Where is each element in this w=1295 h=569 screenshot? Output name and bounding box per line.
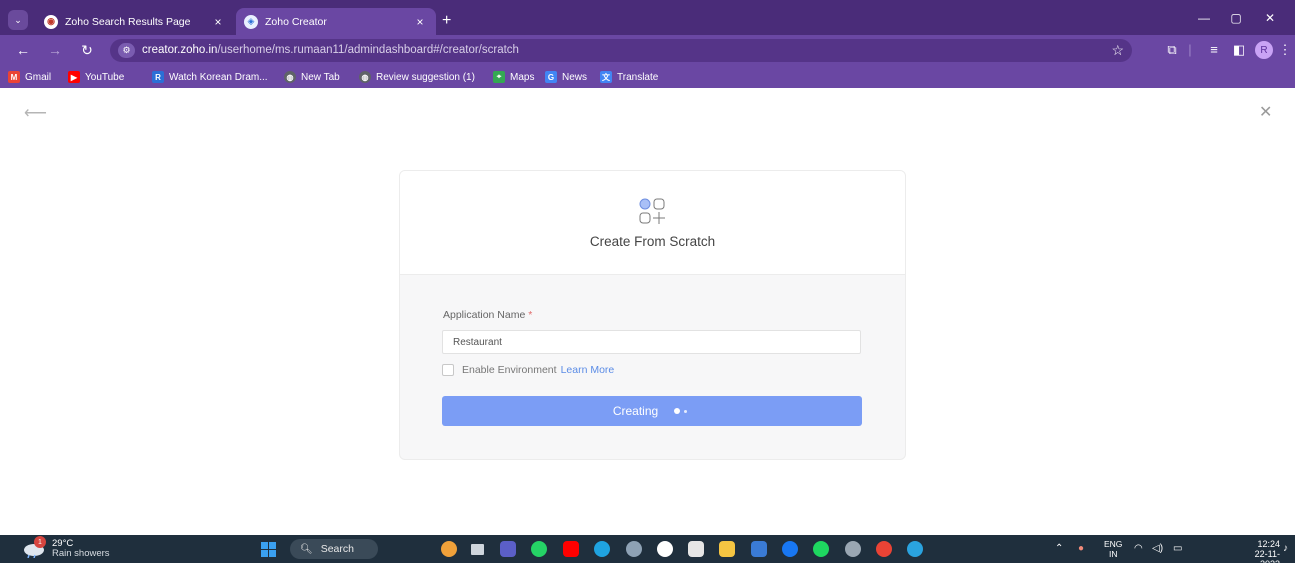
bookmark-watch-korean-drama[interactable]: R Watch Korean Dram... bbox=[152, 69, 268, 85]
taskbar-clock[interactable]: 12:24 22-11-2023 bbox=[1236, 539, 1280, 569]
enable-environment-checkbox[interactable] bbox=[442, 364, 454, 376]
bookmarks-bar: M Gmail ▶ YouTube R Watch Korean Dram...… bbox=[0, 66, 1295, 88]
card-header: Create From Scratch bbox=[400, 171, 905, 275]
toolbar-divider: | bbox=[1188, 42, 1192, 57]
close-tab-icon[interactable]: × bbox=[210, 15, 226, 29]
bookmark-news[interactable]: G News bbox=[545, 69, 587, 85]
notification-bell-icon[interactable]: ♪ bbox=[1283, 542, 1288, 556]
chrome-icon: ◍ bbox=[359, 71, 371, 83]
tray-app-icon[interactable]: ● bbox=[1078, 542, 1084, 556]
teams-icon[interactable] bbox=[500, 541, 516, 557]
enable-environment-label: Enable Environment bbox=[462, 364, 557, 376]
taskbar-widget-icon[interactable] bbox=[441, 541, 457, 557]
address-bar[interactable]: ⚙ creator.zoho.in/userhome/ms.rumaan11/a… bbox=[110, 39, 1132, 62]
extensions-icon[interactable]: ⧉ bbox=[1163, 42, 1181, 58]
side-panel-icon[interactable]: ◧ bbox=[1230, 42, 1248, 58]
profile-avatar[interactable]: R bbox=[1255, 41, 1273, 59]
edge-icon[interactable] bbox=[594, 541, 610, 557]
youtube-app-icon[interactable] bbox=[563, 541, 579, 557]
battery-icon[interactable]: ▭ bbox=[1173, 542, 1182, 556]
application-name-label: Application Name * bbox=[443, 309, 533, 321]
tab-title: Zoho Search Results Page bbox=[65, 15, 191, 28]
tab-zoho-search-results[interactable]: ◉ Zoho Search Results Page × bbox=[36, 8, 234, 35]
chevron-down-icon: ⌄ bbox=[14, 14, 22, 25]
bookmark-youtube[interactable]: ▶ YouTube bbox=[68, 69, 124, 85]
bookmark-new-tab[interactable]: ◍ New Tab bbox=[284, 69, 340, 85]
news-icon: G bbox=[545, 71, 557, 83]
page-close-icon[interactable]: ✕ bbox=[1259, 102, 1272, 122]
bookmark-star-icon[interactable]: ☆ bbox=[1111, 42, 1124, 59]
weather-condition[interactable]: Rain showers bbox=[52, 549, 110, 559]
bookmark-review-suggestion[interactable]: ◍ Review suggestion (1) bbox=[359, 69, 475, 85]
reading-list-icon[interactable]: ≡ bbox=[1205, 42, 1223, 58]
site-info-icon[interactable]: ⚙ bbox=[118, 43, 135, 58]
store-icon[interactable] bbox=[688, 541, 704, 557]
card-title: Create From Scratch bbox=[589, 234, 716, 249]
creating-button-label: Creating bbox=[612, 404, 659, 418]
windows-start-icon[interactable] bbox=[261, 542, 276, 557]
reload-icon[interactable]: ↻ bbox=[78, 42, 96, 58]
translate-icon: 文 bbox=[600, 71, 612, 83]
chrome-app-icon[interactable] bbox=[876, 541, 892, 557]
chatgpt-icon[interactable] bbox=[626, 541, 642, 557]
language-indicator[interactable]: ENG IN bbox=[1104, 539, 1122, 559]
chrome-menu-icon[interactable]: ⋮ bbox=[1276, 42, 1294, 58]
zoho-creator-favicon-icon: ◈ bbox=[244, 14, 258, 29]
github-icon[interactable] bbox=[657, 541, 673, 557]
maps-icon: ⌖ bbox=[493, 71, 505, 83]
restore-icon[interactable]: ▢ bbox=[1228, 12, 1244, 24]
forward-icon[interactable]: → bbox=[46, 42, 64, 58]
volume-icon[interactable]: ◁) bbox=[1152, 542, 1163, 556]
minimize-icon[interactable]: — bbox=[1196, 12, 1212, 24]
chrome-icon: ◍ bbox=[284, 71, 296, 83]
tab-title: Zoho Creator bbox=[265, 15, 327, 28]
learn-more-link[interactable]: Learn More bbox=[561, 364, 615, 376]
browser-toolbar: ← → ↻ ⚙ creator.zoho.in/userhome/ms.ruma… bbox=[0, 35, 1295, 66]
bookmark-gmail[interactable]: M Gmail bbox=[8, 69, 51, 85]
loading-spinner-icon bbox=[674, 408, 691, 414]
tab-zoho-creator[interactable]: ◈ Zoho Creator × bbox=[236, 8, 436, 35]
tab-search-menu-button[interactable]: ⌄ bbox=[8, 10, 28, 30]
file-explorer-icon[interactable] bbox=[719, 541, 735, 557]
enable-environment-row: Enable Environment Learn More bbox=[442, 364, 614, 376]
zoho-search-favicon-icon: ◉ bbox=[44, 14, 58, 29]
whatsapp-icon[interactable] bbox=[531, 541, 547, 557]
telegram-icon[interactable] bbox=[907, 541, 923, 557]
settings-icon[interactable] bbox=[845, 541, 861, 557]
back-icon[interactable]: ← bbox=[14, 42, 32, 58]
creating-button[interactable]: Creating bbox=[442, 396, 862, 426]
wifi-icon[interactable]: ◠ bbox=[1134, 542, 1143, 556]
create-app-card: Create From Scratch Application Name * E… bbox=[399, 170, 906, 460]
create-from-scratch-icon bbox=[639, 198, 665, 224]
application-name-input[interactable] bbox=[442, 330, 861, 354]
taskbar-search[interactable]: 🔍︎ Search bbox=[290, 539, 378, 559]
new-tab-button[interactable]: + bbox=[442, 13, 451, 29]
window-close-icon[interactable]: ✕ bbox=[1262, 12, 1278, 24]
windows-taskbar: 1 29°C Rain showers 🔍︎ Search ⌃ ● ENG IN … bbox=[0, 535, 1295, 569]
spotify-icon[interactable] bbox=[813, 541, 829, 557]
youtube-icon: ▶ bbox=[68, 71, 80, 83]
search-icon: 🔍︎ bbox=[300, 543, 313, 555]
url-text[interactable]: creator.zoho.in/userhome/ms.rumaan11/adm… bbox=[142, 44, 519, 56]
bookmark-r-icon: R bbox=[152, 71, 164, 83]
facebook-icon[interactable] bbox=[782, 541, 798, 557]
close-tab-icon[interactable]: × bbox=[412, 15, 428, 29]
taskbar-monitor-icon[interactable] bbox=[471, 544, 484, 555]
tray-overflow-icon[interactable]: ⌃ bbox=[1055, 542, 1063, 556]
taskbar-search-label: Search bbox=[320, 543, 354, 555]
page-back-arrow-icon[interactable]: ⟵ bbox=[24, 103, 47, 123]
browser-tab-bar: ⌄ ◉ Zoho Search Results Page × ◈ Zoho Cr… bbox=[0, 0, 1295, 35]
bookmark-maps[interactable]: ⌖ Maps bbox=[493, 69, 534, 85]
weather-alert-badge: 1 bbox=[34, 536, 46, 548]
gmail-icon: M bbox=[8, 71, 20, 83]
required-mark: * bbox=[528, 309, 533, 321]
zoho-app-icon[interactable] bbox=[751, 541, 767, 557]
bookmark-translate[interactable]: 文 Translate bbox=[600, 69, 658, 85]
